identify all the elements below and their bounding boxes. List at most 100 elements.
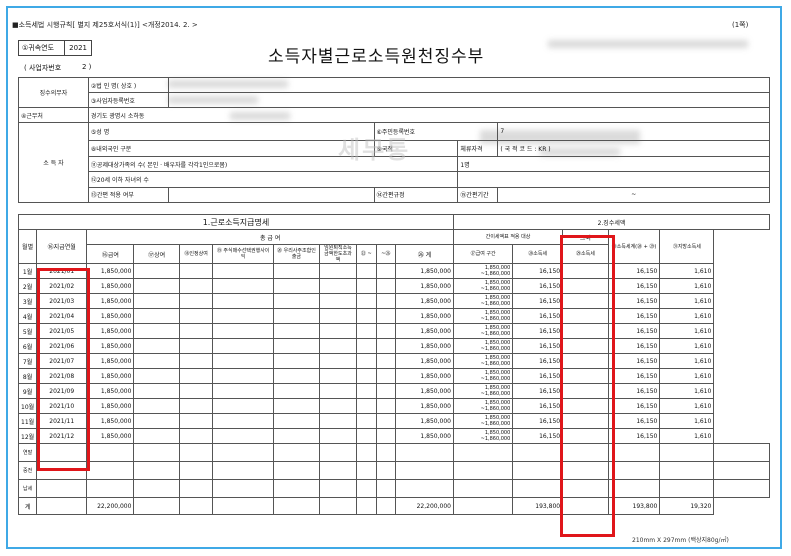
empty-cell	[133, 479, 180, 498]
earner-section-label: 소 득 자	[18, 122, 89, 203]
local-tax-cell: 1,610	[659, 383, 715, 399]
range-high: ~1,860,000	[480, 301, 511, 307]
empty-cell	[272, 353, 320, 369]
empty-cell	[178, 398, 214, 414]
empty-cell	[713, 461, 770, 480]
empty-cell	[178, 428, 214, 444]
empty-cell	[212, 497, 274, 515]
table-row: 12월 2021/12 1,850,000 1,850,000 1,850,000 ~1,…	[17, 428, 770, 444]
table-row: 10월 2021/10 1,850,000 1,850,000 1,850,000 ~1,…	[17, 398, 770, 414]
empty-cell	[659, 479, 715, 498]
pay-range-cell: 1,850,000 ~1,860,000	[452, 338, 514, 354]
empty-cell	[562, 461, 609, 480]
empty-cell	[133, 497, 180, 515]
income-tax-cell: 16,150	[512, 413, 564, 429]
pay-range-cell: 1,850,000 ~1,860,000	[452, 308, 514, 324]
income-tax-cell: 16,150	[512, 293, 564, 309]
empty-cell	[318, 323, 358, 339]
empty-cell	[272, 497, 320, 515]
pay-range-cell: 1,850,000 ~1,860,000	[452, 413, 514, 429]
pay-month-cell: 2021/12	[36, 428, 88, 444]
range-high: ~1,860,000	[480, 406, 511, 412]
totals-salary: 22,200,000	[86, 497, 135, 515]
col-total: ㉖ 계	[395, 244, 454, 264]
month-cell: 4월	[17, 308, 38, 324]
empty-cell	[356, 428, 377, 444]
local-tax-cell: 1,610	[659, 293, 715, 309]
col-c22: ㉒ ~	[356, 244, 377, 264]
empty-cell	[659, 461, 715, 480]
total-cell: 1,850,000	[395, 293, 454, 309]
total-cell: 1,850,000	[395, 308, 454, 324]
pay-month-cell: 2021/06	[36, 338, 88, 354]
empty-cell	[356, 383, 377, 399]
empty-cell	[133, 323, 180, 339]
empty-cell	[212, 479, 274, 498]
other-tax-cell	[562, 383, 609, 399]
empty-cell	[375, 308, 397, 324]
extra-row-label: 중전	[17, 461, 38, 480]
empty-cell	[318, 278, 358, 294]
pay-month-cell: 2021/11	[36, 413, 88, 429]
tax-sum-cell: 16,150	[607, 353, 661, 369]
empty-cell	[356, 413, 377, 429]
table-row: 2월 2021/02 1,850,000 1,850,000 1,850,000 ~1,8…	[17, 278, 770, 294]
col-other: 그외	[562, 229, 609, 245]
empty-cell	[178, 497, 214, 515]
range-high: ~1,860,000	[480, 316, 511, 322]
empty-cell	[212, 383, 274, 399]
salary-cell: 1,850,000	[86, 353, 135, 369]
pay-month-cell: 2021/07	[36, 353, 88, 369]
month-cell: 11월	[17, 413, 38, 429]
biz-number-value	[167, 92, 771, 108]
income-tax-cell: 16,150	[512, 368, 564, 384]
empty-cell	[607, 479, 661, 498]
empty-cell	[356, 323, 377, 339]
table-row: 8월 2021/08 1,850,000 1,850,000 1,850,000 ~1,8…	[17, 368, 770, 384]
totals-row: 계 22,200,000 22,200,000 193,800 193,800 19,32…	[17, 497, 770, 515]
other-tax-cell	[562, 278, 609, 294]
income-tax-cell: 16,150	[512, 323, 564, 339]
table-row: 납세	[17, 479, 770, 498]
empty-cell	[133, 263, 180, 279]
empty-cell	[318, 338, 358, 354]
col-income-tax-sum: ㉚소득세계(㉘ + ㉙)	[607, 229, 661, 264]
empty-cell	[272, 383, 320, 399]
empty-cell	[178, 368, 214, 384]
other-tax-cell	[562, 398, 609, 414]
empty-cell	[562, 497, 609, 515]
empty-cell	[318, 308, 358, 324]
empty-cell	[178, 338, 214, 354]
empty-cell	[272, 428, 320, 444]
year-box: ①귀속연도 2021	[18, 40, 92, 56]
empty-cell	[212, 353, 274, 369]
empty-cell	[713, 479, 770, 498]
empty-cell	[375, 461, 397, 480]
empty-cell	[607, 443, 661, 462]
empty-cell	[375, 263, 397, 279]
empty-cell	[318, 479, 358, 498]
pay-month-cell: 2021/02	[36, 278, 88, 294]
col-other-income-tax: ㉙소득세	[562, 244, 609, 264]
empty-cell	[356, 308, 377, 324]
empty-cell	[375, 338, 397, 354]
col-recognized-bonus: ⑱인정상여	[178, 244, 214, 264]
simple-value	[167, 186, 375, 204]
month-cell: 7월	[17, 353, 38, 369]
tax-sum-cell: 16,150	[607, 398, 661, 414]
section2-title: 2.징수세액	[452, 214, 771, 230]
empty-cell	[272, 413, 320, 429]
empty-cell	[178, 443, 214, 462]
empty-cell	[133, 308, 180, 324]
col-pay-range: ㉗급여 구간	[452, 244, 514, 264]
col-pay-month: ⑯지급연월	[36, 229, 88, 264]
workplace-value: 경기도 광명시 소하동	[87, 107, 771, 123]
empty-cell	[133, 278, 180, 294]
empty-cell	[375, 479, 397, 498]
pay-month-cell: 2021/08	[36, 368, 88, 384]
empty-cell	[133, 293, 180, 309]
total-cell: 1,850,000	[395, 428, 454, 444]
table-row: 6월 2021/06 1,850,000 1,850,000 1,850,000 ~1,8…	[17, 338, 770, 354]
empty-cell	[375, 428, 397, 444]
empty-cell	[178, 383, 214, 399]
